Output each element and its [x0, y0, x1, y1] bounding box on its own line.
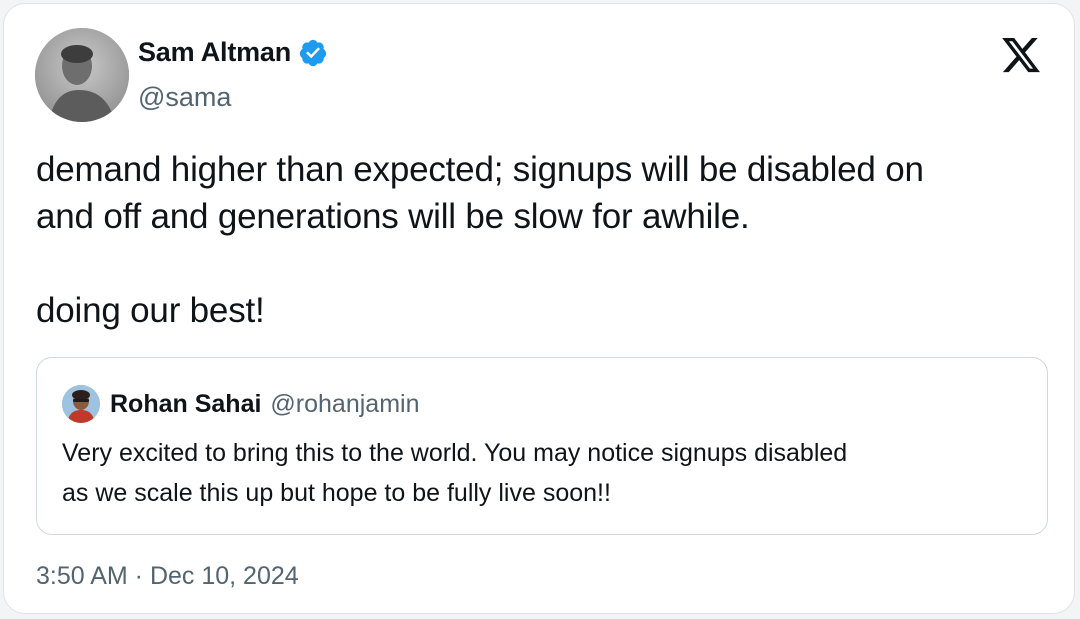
- quoted-author-avatar: [62, 385, 100, 423]
- post-text-line: and off and generations will be slow for…: [36, 197, 750, 236]
- quoted-author-handle: @rohanjamin: [270, 389, 420, 418]
- quoted-post-header: Rohan Sahai @rohanjamin: [62, 385, 419, 423]
- post-text: demand higher than expected; signups wil…: [36, 146, 1056, 334]
- author-name-row: Sam Altman: [138, 37, 328, 68]
- quoted-post[interactable]: Rohan Sahai @rohanjamin Very excited to …: [36, 357, 1048, 535]
- post-timestamp[interactable]: 3:50 AM · Dec 10, 2024: [36, 562, 299, 591]
- author-avatar[interactable]: [35, 28, 129, 122]
- quoted-text-line: Very excited to bring this to the world.…: [62, 439, 848, 467]
- author-handle[interactable]: @sama: [138, 82, 231, 113]
- x-logo-icon: [1002, 37, 1040, 73]
- quoted-post-text: Very excited to bring this to the world.…: [62, 433, 1022, 513]
- profile-photo-icon: [35, 28, 129, 122]
- quoted-profile-photo-icon: [62, 385, 100, 423]
- post-text-line: demand higher than expected; signups wil…: [36, 150, 924, 189]
- post-card: Sam Altman @sama demand higher than expe…: [3, 3, 1075, 614]
- post-text-line: doing our best!: [36, 291, 265, 330]
- author-name[interactable]: Sam Altman: [138, 37, 291, 68]
- x-logo[interactable]: [1000, 34, 1042, 76]
- quoted-author-name: Rohan Sahai: [110, 389, 262, 418]
- quoted-text-line: as we scale this up but hope to be fully…: [62, 479, 611, 507]
- verified-badge-icon: [299, 39, 327, 66]
